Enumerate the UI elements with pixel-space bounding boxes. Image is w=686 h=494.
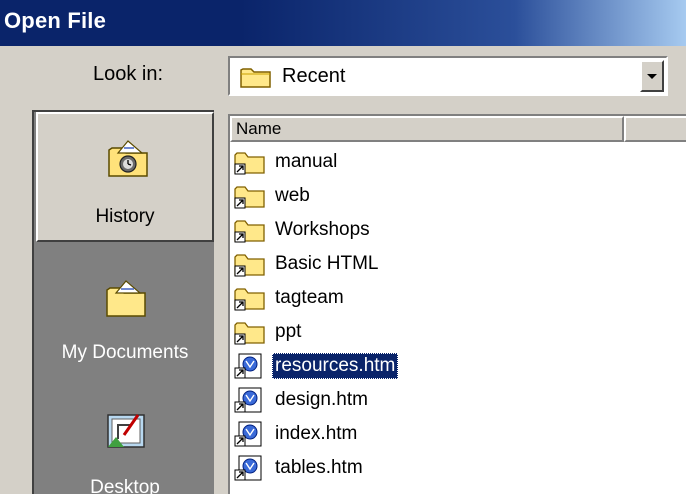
file-row[interactable]: Basic HTML	[234, 248, 674, 280]
column-header-size[interactable]	[624, 116, 686, 142]
html-document-shortcut-icon	[234, 455, 262, 481]
window-title: Open File	[4, 8, 107, 33]
file-row[interactable]: index.htm	[234, 418, 674, 450]
file-row[interactable]: design.htm	[234, 384, 674, 416]
place-history-label: History	[95, 206, 155, 227]
place-desktop[interactable]: Desktop	[36, 387, 214, 494]
file-row[interactable]: manual	[234, 146, 674, 178]
place-history[interactable]: History	[36, 112, 214, 242]
desktop-icon	[107, 414, 145, 448]
history-icon	[108, 140, 148, 177]
html-document-shortcut-icon	[234, 387, 262, 413]
html-document-shortcut-icon	[234, 421, 262, 447]
file-row[interactable]: ppt	[234, 316, 674, 348]
list-header: Name	[230, 116, 686, 142]
folder-shortcut-icon	[234, 322, 265, 345]
file-row[interactable]: Workshops	[234, 214, 674, 246]
file-row-selected[interactable]: resources.htm	[234, 350, 674, 382]
file-name: Workshops	[275, 219, 370, 240]
folder-shortcut-icon	[234, 152, 265, 175]
places-bar: History My Documents Desktop	[32, 110, 214, 494]
file-row[interactable]: web	[234, 180, 674, 212]
look-in-label: Look in:	[93, 63, 164, 85]
folder-shortcut-icon	[234, 220, 265, 243]
folder-shortcut-icon	[234, 186, 265, 209]
file-name: index.htm	[275, 423, 358, 444]
file-name: Basic HTML	[275, 253, 379, 274]
open-file-dialog: Open File Look in: Recent History My Doc…	[0, 0, 686, 494]
folder-icon	[240, 68, 271, 88]
file-list[interactable]: Name manual web Workshops Basic HTML tag…	[228, 114, 686, 494]
look-in-combobox[interactable]: Recent	[228, 56, 668, 96]
file-name: design.htm	[275, 389, 368, 410]
my-documents-icon	[106, 280, 146, 317]
file-name: resources.htm	[272, 353, 399, 379]
title-bar[interactable]: Open File	[0, 0, 686, 46]
look-in-value: Recent	[282, 65, 346, 87]
place-desktop-label: Desktop	[90, 477, 160, 494]
file-name: web	[275, 185, 310, 206]
folder-shortcut-icon	[234, 254, 265, 277]
place-my-documents-label: My Documents	[61, 342, 189, 363]
file-name: manual	[275, 151, 338, 172]
folder-shortcut-icon	[234, 288, 265, 311]
place-my-documents[interactable]: My Documents	[36, 252, 214, 382]
file-name: tables.htm	[275, 457, 363, 478]
html-document-shortcut-icon	[234, 353, 262, 379]
file-row[interactable]: tables.htm	[234, 452, 674, 484]
file-row[interactable]: tagteam	[234, 282, 674, 314]
file-name: tagteam	[275, 287, 344, 308]
file-name: ppt	[275, 321, 302, 342]
dropdown-arrow-button[interactable]	[640, 60, 664, 92]
column-header-name[interactable]: Name	[230, 116, 624, 142]
